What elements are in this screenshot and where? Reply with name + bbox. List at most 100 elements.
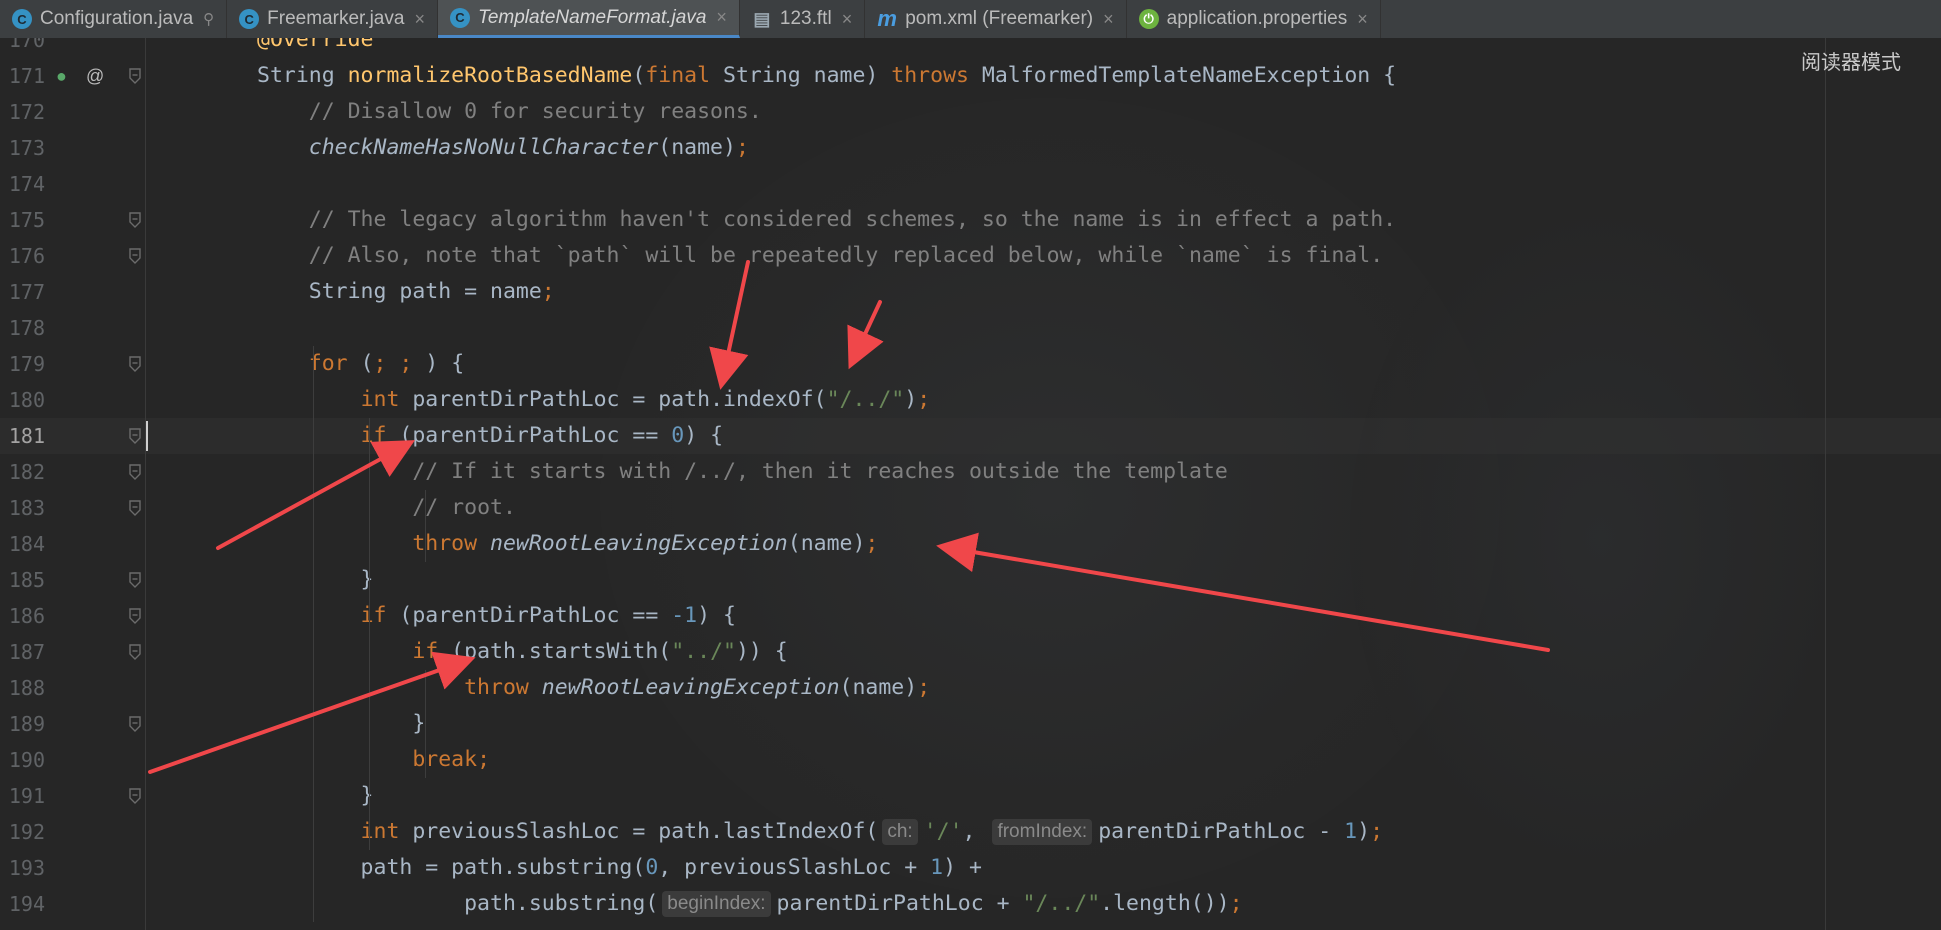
- code-line[interactable]: 180 int parentDirPathLoc = path.indexOf(…: [0, 382, 1941, 418]
- code-token: ) +: [943, 855, 982, 880]
- editor-tab[interactable]: ⏻ application.properties ×: [1127, 0, 1381, 38]
- code-token: final: [645, 63, 711, 88]
- code-token: String name): [710, 63, 892, 88]
- code-line[interactable]: 175 // The legacy algorithm haven't cons…: [0, 202, 1941, 238]
- code-text: for (; ; ) {: [257, 346, 464, 382]
- code-token: ): [904, 387, 918, 412]
- line-number: 187: [8, 640, 45, 664]
- fold-marker-icon[interactable]: [128, 572, 142, 588]
- code-text: @Override: [257, 38, 374, 58]
- editor-tab[interactable]: C Freemarker.java ×: [227, 0, 438, 38]
- close-tab-icon[interactable]: ×: [842, 9, 853, 30]
- pin-icon[interactable]: ⚲: [203, 10, 214, 28]
- code-text: if (parentDirPathLoc == 0) {: [257, 418, 723, 454]
- editor-tab-bar: C Configuration.java ⚲ C Freemarker.java × C Te…: [0, 0, 1941, 39]
- code-token: parentDirPathLoc -: [1098, 819, 1345, 844]
- code-token: ;: [541, 279, 555, 304]
- maven-icon: m: [877, 6, 897, 31]
- code-line[interactable]: 190 break;: [0, 742, 1941, 778]
- annotation-marker-icon[interactable]: @: [86, 58, 104, 94]
- code-line[interactable]: 186 if (parentDirPathLoc == -1) {: [0, 598, 1941, 634]
- code-text: String path = name;: [257, 274, 555, 310]
- close-tab-icon[interactable]: ×: [1357, 9, 1368, 30]
- code-line[interactable]: 185 }: [0, 562, 1941, 598]
- code-line[interactable]: 181 if (parentDirPathLoc == 0) {: [0, 418, 1941, 454]
- code-line[interactable]: 182 // If it starts with /../, then it r…: [0, 454, 1941, 490]
- editor-tab[interactable]: C TemplateNameFormat.java ×: [437, 0, 740, 38]
- fold-marker-icon[interactable]: [128, 248, 142, 264]
- tab-label: pom.xml (Freemarker): [905, 8, 1094, 29]
- code-line[interactable]: 189 }: [0, 706, 1941, 742]
- code-line[interactable]: 194 path.substring(beginIndex: parentDirP…: [0, 886, 1941, 922]
- code-line[interactable]: 188 throw newRootLeavingException(name);: [0, 670, 1941, 706]
- code-text: }: [257, 562, 374, 598]
- close-tab-icon[interactable]: ×: [716, 7, 727, 28]
- fold-marker-icon[interactable]: [128, 716, 142, 732]
- fold-marker-icon[interactable]: [128, 68, 142, 84]
- code-line[interactable]: 183 // root.: [0, 490, 1941, 526]
- tab-label: application.properties: [1166, 8, 1348, 29]
- fold-marker-icon[interactable]: [128, 212, 142, 228]
- code-line[interactable]: 177 String path = name;: [0, 274, 1941, 310]
- code-token: previousSlashLoc = path.lastIndexOf(: [399, 819, 879, 844]
- code-line[interactable]: 187 if (path.startsWith("../")) {: [0, 634, 1941, 670]
- code-text: throw newRootLeavingException(name);: [257, 526, 878, 562]
- fold-marker-icon[interactable]: [128, 644, 142, 660]
- code-text: if (parentDirPathLoc == -1) {: [257, 598, 736, 634]
- code-text: // Disallow 0 for security reasons.: [257, 94, 762, 130]
- line-number: 177: [8, 280, 45, 304]
- line-number: 181: [8, 424, 45, 448]
- code-token: "/../": [1022, 891, 1101, 916]
- indent-guide: [369, 418, 370, 850]
- code-editor[interactable]: 170 @Override 171 String normalizeRootBased…: [0, 38, 1941, 930]
- code-line[interactable]: 178: [0, 310, 1941, 346]
- editor-tab[interactable]: C Configuration.java ⚲: [0, 0, 228, 38]
- code-line[interactable]: 191 }: [0, 778, 1941, 814]
- code-line[interactable]: 170 @Override: [0, 38, 1941, 58]
- code-token: (parentDirPathLoc ==: [386, 423, 672, 448]
- fold-marker-icon[interactable]: [128, 500, 142, 516]
- code-text: }: [257, 778, 374, 814]
- code-line[interactable]: 184 throw newRootLeavingException(name);: [0, 526, 1941, 562]
- fold-marker-icon[interactable]: [128, 464, 142, 480]
- code-token: path = path.substring(: [257, 855, 646, 880]
- code-line[interactable]: 179 for (; ; ) {: [0, 346, 1941, 382]
- code-line[interactable]: 192 int previousSlashLoc = path.lastInde…: [0, 814, 1941, 850]
- spring-icon: ⏻: [1138, 9, 1159, 29]
- parameter-hint: ch:: [882, 819, 918, 845]
- fold-marker-icon[interactable]: [128, 356, 142, 372]
- line-number: 183: [8, 496, 45, 520]
- override-marker-icon[interactable]: ●: [56, 58, 67, 94]
- code-token: parentDirPathLoc = path.indexOf(: [399, 387, 827, 412]
- code-line[interactable]: 174: [0, 166, 1941, 202]
- close-tab-icon[interactable]: ×: [1103, 9, 1114, 30]
- tab-label: 123.ftl: [779, 8, 832, 29]
- code-line[interactable]: 173 checkNameHasNoNullCharacter(name);: [0, 130, 1941, 166]
- code-token: if: [412, 639, 439, 664]
- code-token: ;: [1370, 819, 1384, 844]
- fold-marker-icon[interactable]: [128, 608, 142, 624]
- code-text: path = path.substring(0, previousSlashLo…: [257, 850, 982, 886]
- fold-marker-icon[interactable]: [128, 788, 142, 804]
- editor-tab[interactable]: ▤ 123.ftl ×: [740, 0, 866, 38]
- code-text: }: [257, 706, 425, 742]
- reader-mode-toggle[interactable]: 阅读器模式: [1801, 46, 1901, 75]
- line-number: 194: [8, 892, 45, 916]
- code-text: if (path.startsWith("../")) {: [257, 634, 787, 670]
- code-token: }: [257, 783, 374, 808]
- close-tab-icon[interactable]: ×: [414, 9, 425, 30]
- code-token: throw: [464, 675, 529, 700]
- code-line[interactable]: 171 String normalizeRootBasedName(final S…: [0, 58, 1941, 94]
- editor-tab[interactable]: m pom.xml (Freemarker) ×: [865, 0, 1127, 38]
- code-line[interactable]: 172 // Disallow 0 for security reasons.: [0, 94, 1941, 130]
- tab-label: TemplateNameFormat.java: [477, 6, 707, 28]
- code-line[interactable]: 193 path = path.substring(0, previousSla…: [0, 850, 1941, 886]
- fold-marker-icon[interactable]: [128, 428, 142, 444]
- code-line[interactable]: 176 // Also, note that `path` will be re…: [0, 238, 1941, 274]
- indent-guide: [425, 490, 426, 562]
